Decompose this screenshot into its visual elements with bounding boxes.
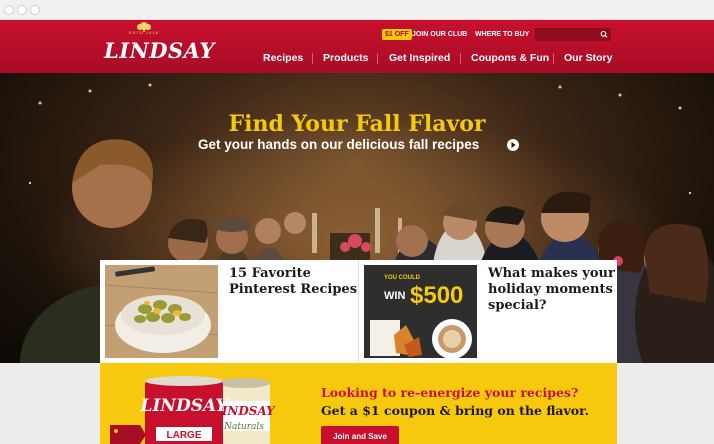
nav-products[interactable]: Products	[323, 52, 369, 65]
nav-divider	[312, 53, 313, 64]
nav-coupons-fun[interactable]: Coupons & Fun	[471, 52, 549, 65]
window-minimize-dot[interactable]	[17, 5, 27, 15]
offer-badge[interactable]: $1 OFF	[382, 29, 412, 40]
nav-divider	[377, 53, 378, 64]
arrow-right-circle-icon[interactable]	[507, 139, 519, 151]
site-header: ESTD 1916 LINDSAY $1 OFF JOIN OUR CLUB W…	[0, 20, 714, 73]
join-club-link[interactable]: JOIN OUR CLUB	[412, 29, 467, 40]
nav-get-inspired[interactable]: Get Inspired	[389, 52, 450, 65]
window-close-dot[interactable]	[4, 5, 14, 15]
card-holiday-title[interactable]: What makes your holiday moments special?	[488, 266, 623, 314]
nav-our-story[interactable]: Our Story	[564, 52, 612, 65]
sweepstakes-image[interactable]: YOU COULD WIN $500	[364, 265, 477, 358]
browser-chrome	[0, 0, 714, 20]
coupon-promo: LINDSAY Naturals LINDSAY LARGE Looking t…	[100, 363, 617, 444]
logo-established: ESTD 1916	[129, 30, 159, 35]
lindsay-logo[interactable]: ESTD 1916 LINDSAY	[104, 22, 215, 70]
logo-wordmark: LINDSAY	[104, 38, 215, 63]
card-divider	[358, 260, 359, 363]
hero-subtitle-link[interactable]: Get your hands on our delicious fall rec…	[198, 137, 479, 152]
card-pinterest-title[interactable]: 15 Favorite Pinterest Recipes	[229, 266, 364, 298]
olive-cans-image: LINDSAY Naturals LINDSAY LARGE	[110, 376, 276, 444]
search-button[interactable]	[597, 28, 611, 41]
sweepstakes-text-3: $500	[410, 282, 463, 309]
feature-cards: 15 Favorite Pinterest Recipes YOU COULD …	[100, 260, 617, 363]
join-and-save-button[interactable]: Join and Save	[321, 426, 399, 444]
window-maximize-dot[interactable]	[30, 5, 40, 15]
search-icon	[600, 30, 608, 38]
search-input[interactable]	[535, 28, 597, 41]
olives-bowl-image[interactable]	[105, 265, 218, 358]
can1-brand: LINDSAY	[140, 396, 230, 416]
promo-subline: Get a $1 coupon & bring on the flavor.	[321, 403, 589, 418]
nav-recipes[interactable]: Recipes	[263, 52, 303, 65]
can1-size: LARGE	[167, 430, 202, 441]
nav-divider	[460, 53, 461, 64]
promo-headline: Looking to re-energize your recipes?	[321, 385, 579, 400]
can2-line: Naturals	[223, 422, 264, 432]
where-to-buy-link[interactable]: WHERE TO BUY	[475, 29, 529, 40]
sweepstakes-text-2: WIN	[384, 290, 405, 302]
nav-divider	[553, 53, 554, 64]
hero-title: Find Your Fall Flavor	[228, 111, 486, 137]
sweepstakes-text-1: YOU COULD	[384, 275, 421, 281]
